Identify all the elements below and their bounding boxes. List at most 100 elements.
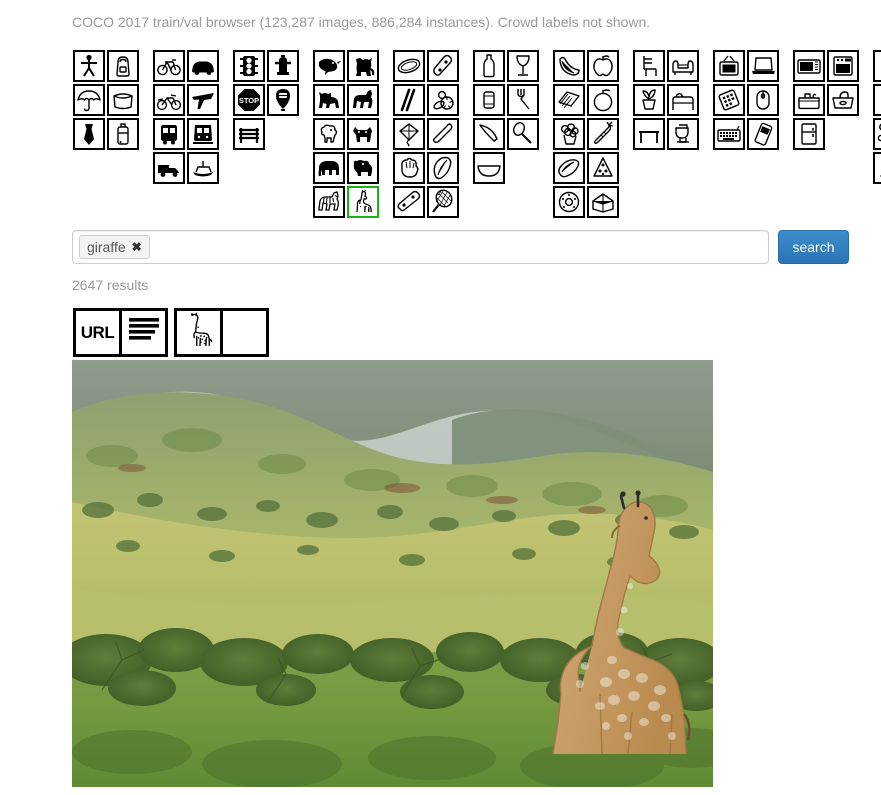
- category-icon-couch[interactable]: [667, 50, 699, 82]
- category-icon-refrigerator[interactable]: [793, 118, 825, 150]
- category-icon-orange[interactable]: [587, 84, 619, 116]
- category-icon-airplane[interactable]: [187, 84, 219, 116]
- category-icon-hot-dog[interactable]: [553, 152, 585, 184]
- category-icon-cow[interactable]: [347, 118, 379, 150]
- category-icon-fork[interactable]: [507, 84, 539, 116]
- category-icon-bicycle[interactable]: [153, 50, 185, 82]
- url-button-label: URL: [80, 322, 115, 342]
- category-icon-carrot[interactable]: [587, 118, 619, 150]
- category-icon-toothbrush[interactable]: [873, 152, 881, 184]
- category-giraffe-button[interactable]: [174, 308, 223, 357]
- category-icon-cake[interactable]: [587, 186, 619, 218]
- category-icon-oven[interactable]: [827, 50, 859, 82]
- category-icon-cup[interactable]: [473, 84, 505, 116]
- category-column: [426, 50, 460, 220]
- category-icon-tie[interactable]: [73, 118, 105, 150]
- category-icon-umbrella[interactable]: [73, 84, 105, 116]
- lines-icon: [127, 315, 161, 350]
- category-icon-motorcycle[interactable]: [153, 84, 185, 116]
- result-image[interactable]: [72, 360, 713, 787]
- category-icon-book[interactable]: [873, 50, 881, 82]
- category-column: [392, 50, 426, 220]
- close-icon[interactable]: ✖: [132, 240, 142, 254]
- category-icon-sheep[interactable]: [313, 118, 345, 150]
- category-icon-fire-hydrant[interactable]: [267, 50, 299, 82]
- category-icon-cell-phone[interactable]: [747, 118, 779, 150]
- category-icon-suitcase[interactable]: [107, 118, 139, 150]
- category-column: [632, 50, 666, 152]
- category-icon-spoon[interactable]: [507, 118, 539, 150]
- search-token-giraffe[interactable]: giraffe ✖: [79, 235, 150, 259]
- category-icon-laptop[interactable]: [747, 50, 779, 82]
- category-icon-person[interactable]: [73, 50, 105, 82]
- category-icon-wine-glass[interactable]: [507, 50, 539, 82]
- category-icon-train[interactable]: [187, 118, 219, 150]
- coco-browser-page: COCO 2017 train/val browser (123,287 ima…: [0, 0, 881, 795]
- category-icon-banana[interactable]: [553, 50, 585, 82]
- search-button[interactable]: search: [778, 230, 849, 264]
- category-icon-surfboard[interactable]: [427, 152, 459, 184]
- category-column: [826, 50, 860, 152]
- category-icon-vase[interactable]: [873, 84, 881, 116]
- category-icon-dog[interactable]: [313, 84, 345, 116]
- category-icon-bird[interactable]: [313, 50, 345, 82]
- category-icon-teddy-bear[interactable]: [873, 118, 881, 150]
- category-icon-microwave[interactable]: [793, 50, 825, 82]
- category-icon-donut[interactable]: [553, 186, 585, 218]
- category-column: [552, 50, 586, 220]
- category-icon-pizza[interactable]: [587, 152, 619, 184]
- supercategory-group: [792, 50, 860, 152]
- category-icon-broccoli[interactable]: [553, 118, 585, 150]
- supercategory-group: [392, 50, 460, 220]
- category-icon-potted-plant[interactable]: [633, 84, 665, 116]
- supercategory-group: [472, 50, 540, 186]
- supercategory-group: [872, 50, 881, 186]
- category-icon-sandwich[interactable]: [553, 84, 585, 116]
- blank-button[interactable]: [220, 308, 269, 357]
- category-icon-sink[interactable]: [827, 84, 859, 116]
- category-icon-tennis-racket[interactable]: [427, 186, 459, 218]
- category-column: [312, 50, 346, 220]
- category-icon-sports-ball[interactable]: [427, 84, 459, 116]
- category-icon-bottle[interactable]: [473, 50, 505, 82]
- category-icon-truck[interactable]: [153, 152, 185, 184]
- category-icon-kite[interactable]: [393, 118, 425, 150]
- category-icon-keyboard[interactable]: [713, 118, 745, 150]
- category-icon-bed[interactable]: [667, 84, 699, 116]
- category-icon-elephant[interactable]: [313, 152, 345, 184]
- category-icon-stop-sign[interactable]: STOP: [233, 84, 265, 116]
- category-icon-bear[interactable]: [347, 152, 379, 184]
- category-icon-car[interactable]: [187, 50, 219, 82]
- category-icon-remote[interactable]: [713, 84, 745, 116]
- category-icon-baseball-bat[interactable]: [427, 118, 459, 150]
- category-icon-bench[interactable]: [233, 118, 265, 150]
- category-icon-bowl[interactable]: [473, 152, 505, 184]
- category-icon-boat[interactable]: [187, 152, 219, 184]
- category-icon-baseball-glove[interactable]: [393, 152, 425, 184]
- url-button[interactable]: URL: [73, 308, 122, 357]
- category-icon-backpack[interactable]: [107, 50, 139, 82]
- category-icon-apple[interactable]: [587, 50, 619, 82]
- category-icon-cat[interactable]: [347, 50, 379, 82]
- category-icon-traffic-light[interactable]: [233, 50, 265, 82]
- category-icon-toilet[interactable]: [667, 118, 699, 150]
- category-icon-knife[interactable]: [473, 118, 505, 150]
- captions-button[interactable]: [119, 308, 168, 357]
- category-icon-chair[interactable]: [633, 50, 665, 82]
- category-icon-toaster[interactable]: [793, 84, 825, 116]
- category-icon-skateboard[interactable]: [393, 186, 425, 218]
- category-icon-tv[interactable]: [713, 50, 745, 82]
- category-icon-frisbee[interactable]: [393, 50, 425, 82]
- category-icon-giraffe[interactable]: [347, 186, 379, 218]
- category-icon-dining-table[interactable]: [633, 118, 665, 150]
- category-column: STOP: [232, 50, 266, 152]
- category-icon-handbag[interactable]: [107, 84, 139, 116]
- category-icon-snowboard[interactable]: [427, 50, 459, 82]
- category-icon-parking-meter[interactable]: [267, 84, 299, 116]
- category-icon-bus[interactable]: [153, 118, 185, 150]
- search-input[interactable]: giraffe ✖: [72, 230, 769, 264]
- category-icon-skis[interactable]: [393, 84, 425, 116]
- category-icon-mouse[interactable]: [747, 84, 779, 116]
- category-icon-zebra[interactable]: [313, 186, 345, 218]
- category-icon-horse[interactable]: [347, 84, 379, 116]
